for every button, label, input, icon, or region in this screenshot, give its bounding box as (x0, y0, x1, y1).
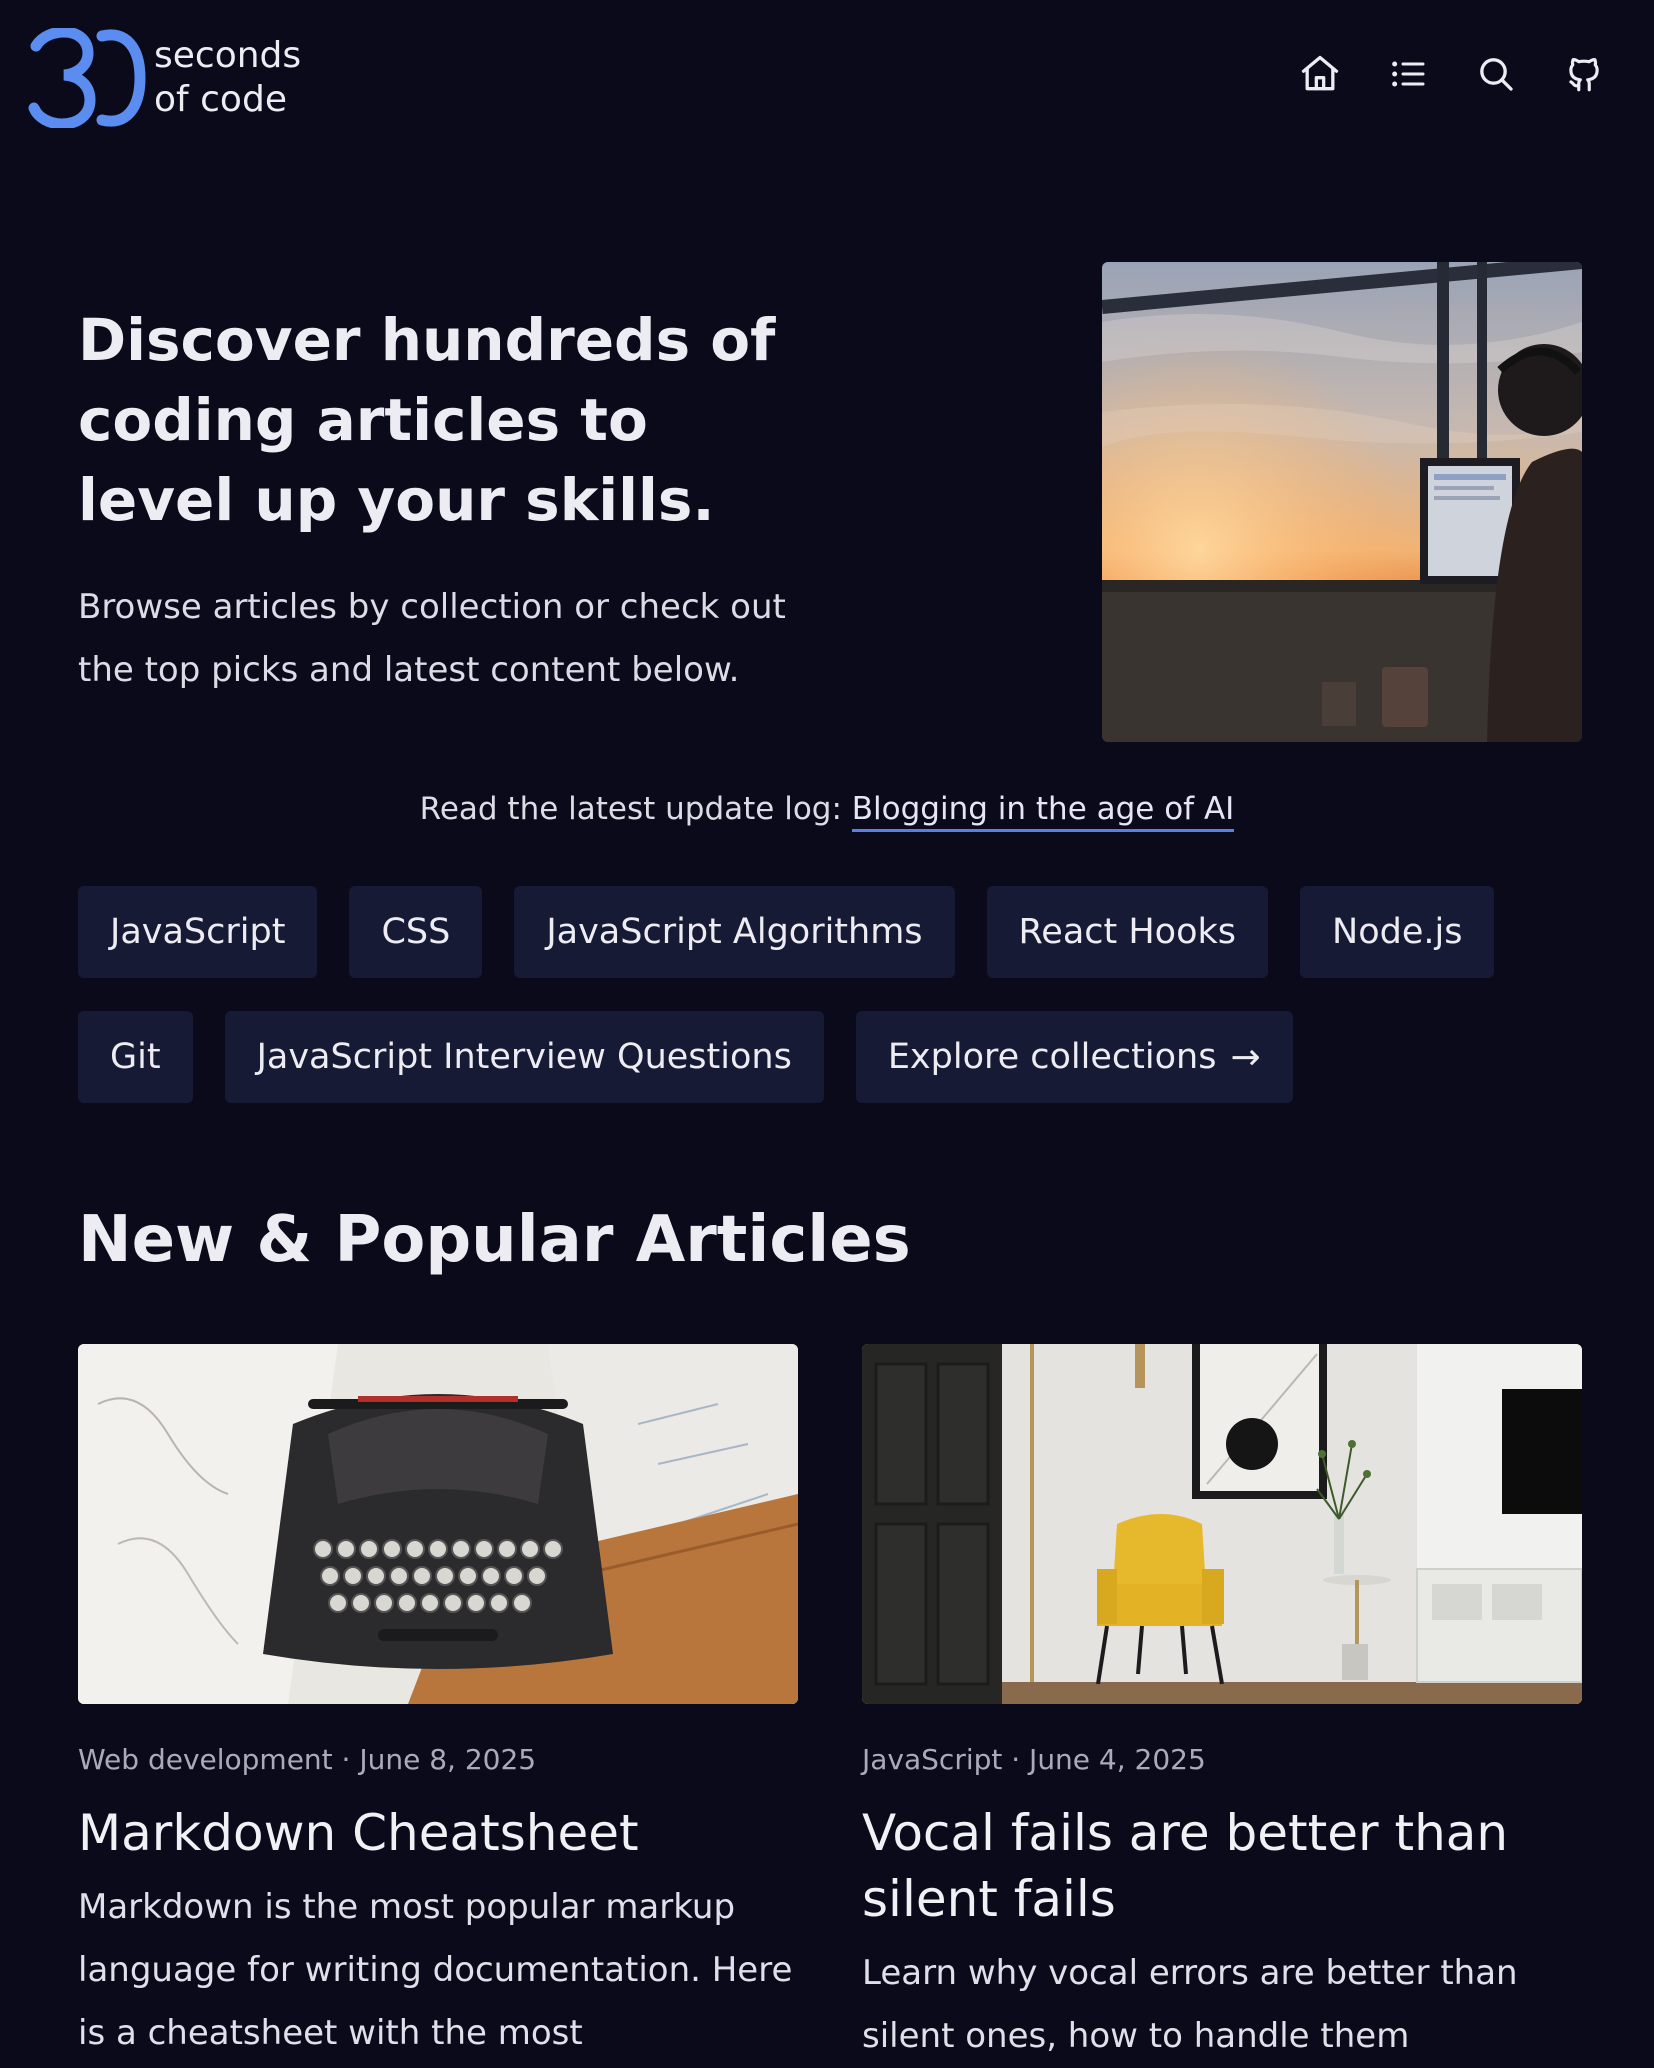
section-title: New & Popular Articles (78, 1203, 911, 1277)
chip-react-hooks[interactable]: React Hooks (986, 886, 1269, 978)
arrow-right-icon: → (1230, 1036, 1261, 1078)
logo-text: seconds of code (154, 34, 301, 122)
chip-nodejs[interactable]: Node.js (1300, 886, 1495, 978)
update-log: Read the latest update log: Blogging in … (0, 786, 1654, 832)
article-meta: JavaScript · June 4, 2025 (862, 1743, 1206, 1776)
github-icon (1569, 58, 1599, 92)
explore-collections-button[interactable]: Explore collections → (855, 1011, 1293, 1103)
github-button[interactable] (1560, 50, 1608, 98)
article-title[interactable]: Markdown Cheatsheet (78, 1800, 798, 1866)
update-log-link[interactable]: Blogging in the age of AI (851, 791, 1235, 832)
article-meta: Web development · June 8, 2025 (78, 1743, 537, 1776)
chip-css[interactable]: CSS (349, 886, 483, 978)
hero-subtitle: Browse articles by collection or check o… (78, 587, 786, 690)
article-image-interior[interactable] (862, 1344, 1582, 1704)
article-description: Markdown is the most popular markup lang… (78, 1887, 793, 2053)
chip-javascript-algorithms[interactable]: JavaScript Algorithms (514, 886, 955, 978)
explore-collections-label: Explore collections (887, 1037, 1217, 1077)
update-log-prefix: Read the latest update log: (419, 791, 852, 827)
article-card: Web development · June 8, 2025 Markdown … (78, 1344, 798, 2065)
article-image-typewriter[interactable] (78, 1344, 798, 1704)
list-icon (1392, 61, 1425, 87)
home-button[interactable] (1296, 50, 1344, 98)
chip-git[interactable]: Git (78, 1011, 193, 1103)
collections-button[interactable] (1384, 50, 1432, 98)
article-card: JavaScript · June 4, 2025 Vocal fails ar… (862, 1344, 1582, 2068)
logo-line-2: of code (154, 79, 287, 120)
top-nav (1296, 50, 1608, 98)
article-description: Learn why vocal errors are better than s… (862, 1953, 1518, 2056)
search-button[interactable] (1472, 50, 1520, 98)
hero-image (1102, 262, 1582, 742)
search-icon (1480, 58, 1513, 91)
site-logo[interactable]: seconds of code (28, 28, 301, 128)
hero-title: Discover hundreds of coding articles to … (78, 306, 776, 534)
collection-chips: JavaScript CSS JavaScript Algorithms Rea… (78, 886, 1578, 1103)
chip-javascript-interview-questions[interactable]: JavaScript Interview Questions (224, 1011, 824, 1103)
logo-line-1: seconds (154, 35, 302, 76)
chip-javascript[interactable]: JavaScript (78, 886, 318, 978)
home-icon (1301, 55, 1339, 91)
site-header: seconds of code (0, 0, 1654, 160)
logo-30-icon (28, 28, 146, 128)
article-title[interactable]: Vocal fails are better than silent fails (862, 1800, 1582, 1932)
